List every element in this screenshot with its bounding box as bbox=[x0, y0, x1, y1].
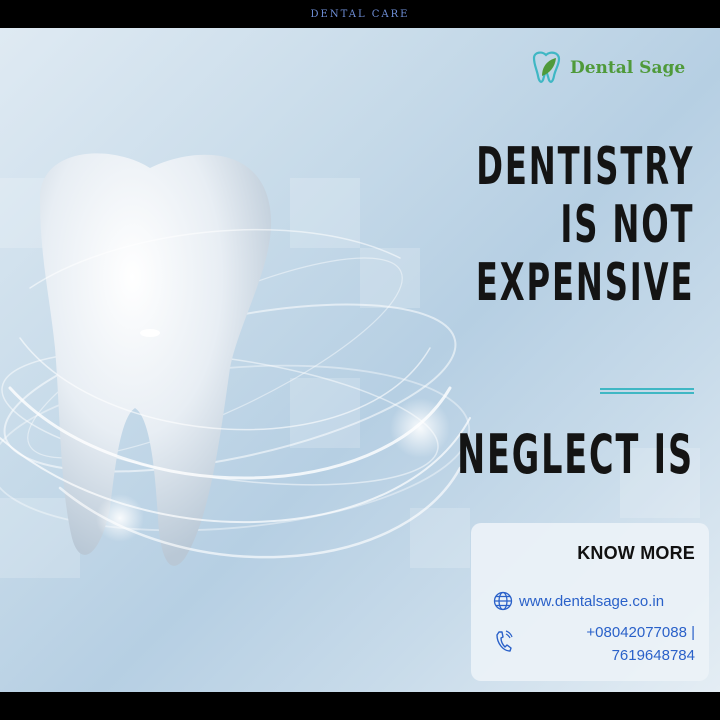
phone-numbers[interactable]: +08042077088 | 7619648784 bbox=[525, 621, 695, 667]
headline-line-2: IS NOT bbox=[560, 195, 694, 255]
brand-name: Dental Sage bbox=[570, 58, 686, 78]
headline-line-1: DENTISTRY bbox=[475, 137, 694, 197]
tooth-leaf-icon bbox=[532, 51, 561, 83]
globe-icon bbox=[493, 591, 513, 611]
phone-icon bbox=[496, 630, 513, 652]
banner-label: DENTAL CARE bbox=[310, 8, 410, 20]
top-banner: DENTAL CARE bbox=[0, 0, 720, 28]
poster-canvas: Dental Sage DENTISTRY IS NOT EXPENSIVE N… bbox=[0, 28, 720, 692]
contact-card: KNOW MORE www.dentalsage.co.in +08042077… bbox=[471, 523, 709, 681]
know-more-heading: KNOW MORE bbox=[577, 543, 695, 563]
phone-number-1[interactable]: +08042077088 | bbox=[525, 621, 695, 644]
website-link[interactable]: www.dentalsage.co.in bbox=[493, 591, 664, 611]
bottom-banner bbox=[0, 692, 720, 720]
headline-line-3: EXPENSIVE bbox=[475, 253, 694, 313]
website-url[interactable]: www.dentalsage.co.in bbox=[519, 593, 664, 610]
phone-number-2[interactable]: 7619648784 bbox=[525, 644, 695, 667]
tooth-icon bbox=[0, 153, 471, 566]
headline: DENTISTRY IS NOT EXPENSIVE bbox=[476, 138, 694, 312]
brand-logo[interactable]: Dental Sage bbox=[528, 50, 685, 86]
tagline: NEGLECT IS bbox=[457, 423, 694, 486]
accent-divider bbox=[600, 388, 694, 394]
